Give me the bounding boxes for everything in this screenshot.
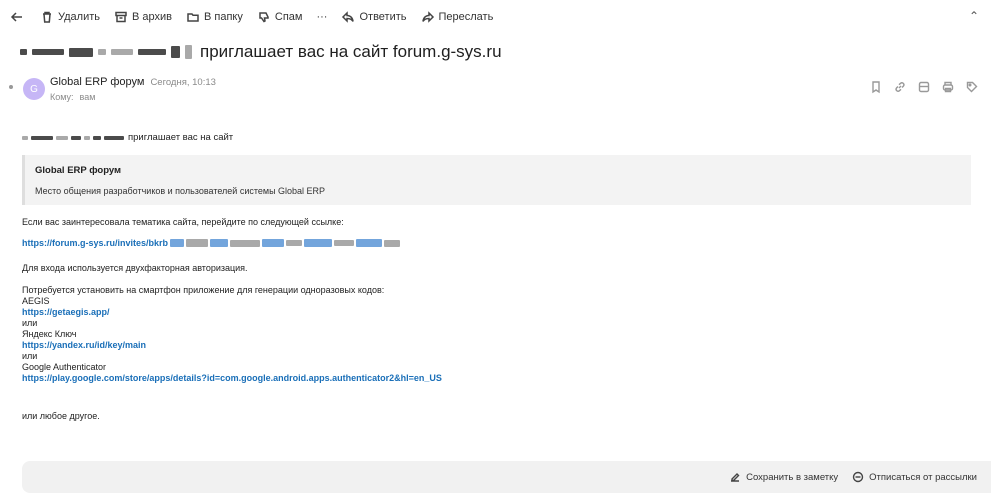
archive-button[interactable]: В архив — [114, 10, 172, 24]
reply-label: Ответить — [359, 11, 407, 23]
card-description: Место общения разработчиков и пользовате… — [35, 186, 326, 196]
archive-label: В архив — [132, 11, 172, 23]
archive-icon — [115, 11, 127, 23]
app3-name: Google Authenticator — [22, 362, 107, 372]
interest-line: Если вас заинтересовала тематика сайта, … — [22, 217, 344, 227]
app1-link[interactable]: https://getaegis.app/ — [22, 307, 110, 317]
message-subject: приглашает вас на сайт forum.g-sys.ru — [20, 42, 502, 62]
or-text: или — [22, 318, 38, 328]
app3-link[interactable]: https://play.google.com/store/apps/detai… — [22, 373, 442, 383]
reply-button[interactable]: Ответить — [341, 10, 407, 24]
trash-icon — [43, 11, 51, 23]
invite-link[interactable]: https://forum.g-sys.ru/invites/bkrb — [22, 238, 401, 248]
back-button[interactable] — [10, 10, 24, 24]
forward-icon — [421, 11, 434, 23]
unsubscribe-icon — [852, 471, 864, 483]
app2-name: Яндекс Ключ — [22, 329, 77, 339]
apps-block: Потребуется установить на смартфон прило… — [22, 285, 442, 384]
sender-name[interactable]: Global ERP форум — [50, 76, 144, 88]
spam-button[interactable]: Спам — [257, 10, 303, 24]
to-label: Кому: — [50, 92, 74, 102]
tag-icon[interactable] — [965, 80, 979, 94]
save-note-button[interactable]: Сохранить в заметку — [729, 471, 838, 483]
unsubscribe-label: Отписаться от рассылки — [869, 471, 977, 483]
more-button[interactable]: ··· — [316, 11, 327, 23]
avatar[interactable]: G — [23, 78, 45, 100]
forward-button[interactable]: Переслать — [421, 10, 494, 24]
card-title: Global ERP форум — [35, 165, 122, 176]
bookmark-icon[interactable] — [869, 80, 883, 94]
redacted-invite-code — [170, 239, 401, 247]
note-icon — [731, 473, 740, 482]
redacted-inviter — [22, 135, 124, 140]
unread-dot — [9, 85, 13, 89]
folder-icon — [187, 13, 199, 22]
collapse-button[interactable]: ⌃ — [969, 9, 979, 23]
app2-link[interactable]: https://yandex.ru/id/key/main — [22, 340, 146, 350]
invite-text: приглашает вас на сайт — [128, 132, 234, 143]
forum-card: Global ERP форум Место общения разработч… — [22, 155, 971, 205]
to-value[interactable]: вам — [80, 92, 96, 102]
recipient-line: Кому: вам — [50, 92, 95, 102]
sender: Global ERP форум Сегодня, 10:13 — [50, 76, 216, 88]
move-to-folder-button[interactable]: В папку — [186, 10, 243, 24]
more-icon: ··· — [316, 11, 328, 23]
delete-button[interactable]: Удалить — [40, 10, 100, 24]
subject-text: приглашает вас на сайт forum.g-sys.ru — [200, 42, 502, 61]
invite-line: приглашает вас на сайт — [22, 132, 233, 143]
message-time: Сегодня, 10:13 — [150, 77, 216, 88]
invite-link-text[interactable]: https://forum.g-sys.ru/invites/bkrb — [22, 238, 168, 248]
save-note-label: Сохранить в заметку — [746, 471, 839, 483]
redacted-sender-name — [20, 45, 192, 59]
message-footer: Сохранить в заметку Отписаться от рассыл… — [22, 461, 991, 493]
print-icon[interactable] — [941, 80, 955, 94]
link-icon[interactable] — [893, 80, 907, 94]
spam-label: Спам — [274, 11, 303, 23]
install-line: Потребуется установить на смартфон прило… — [22, 285, 385, 295]
reply-icon — [342, 11, 355, 23]
unsubscribe-button[interactable]: Отписаться от рассылки — [852, 471, 977, 483]
folder-label: В папку — [204, 11, 243, 23]
thumbs-down-icon — [259, 12, 269, 23]
any-other-line: или любое другое. — [22, 411, 100, 421]
delete-label: Удалить — [58, 11, 100, 23]
forward-label: Переслать — [438, 11, 494, 23]
twofa-line: Для входа используется двухфакторная авт… — [22, 263, 248, 273]
message-toolbar: Удалить В архив В папку Спам ··· Ответит… — [0, 0, 991, 34]
app1-name: AEGIS — [22, 296, 50, 306]
message-actions — [869, 80, 979, 94]
arrow-left-icon — [10, 12, 22, 22]
archive-icon[interactable] — [917, 80, 931, 94]
or-text: или — [22, 351, 38, 361]
